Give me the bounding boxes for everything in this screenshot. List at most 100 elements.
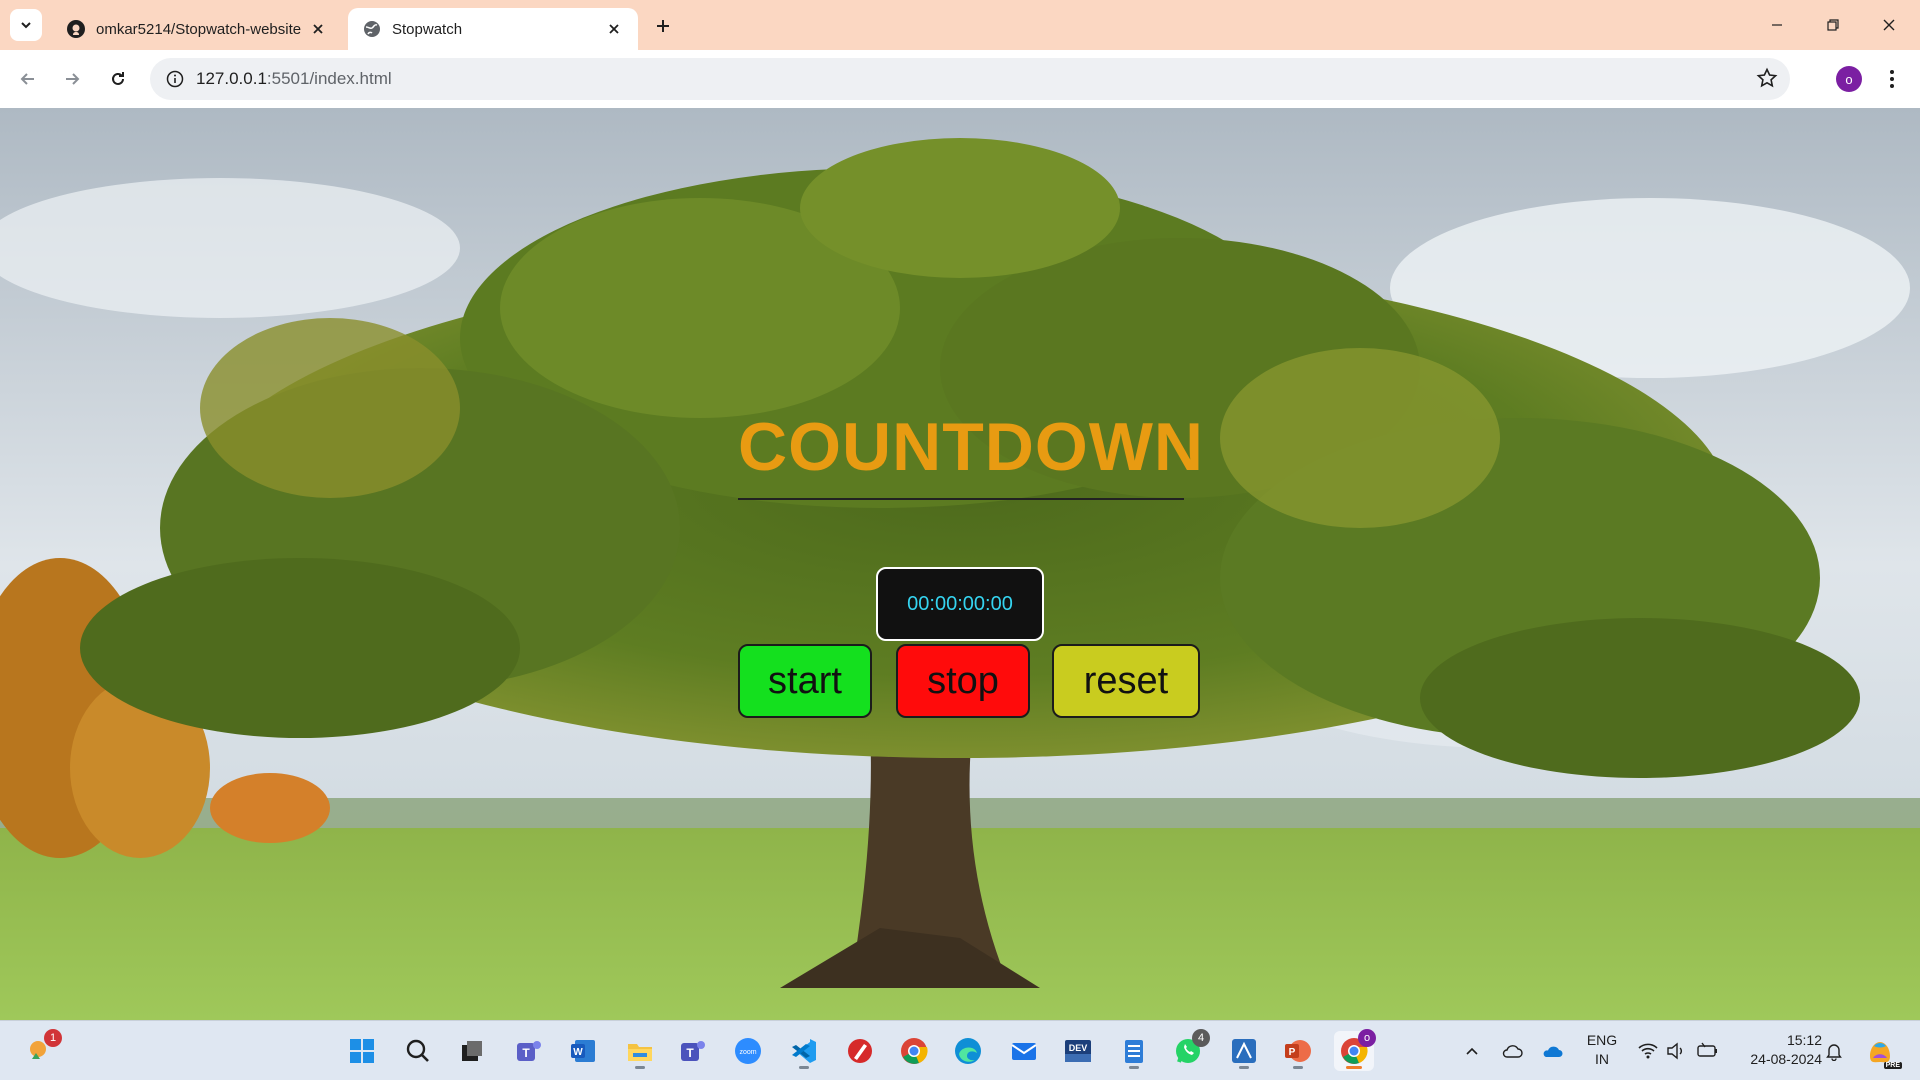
close-tab-icon[interactable] [308,19,328,39]
minimize-button[interactable] [1754,8,1800,42]
onedrive-icon [1543,1046,1563,1057]
onedrive-tray[interactable] [1540,1039,1564,1063]
wifi-tray[interactable] [1636,1039,1660,1063]
tab-bar: omkar5214/Stopwatch-website Stopwatch [0,0,1920,50]
tab-github[interactable]: omkar5214/Stopwatch-website [52,8,342,50]
vscode-taskbar-app[interactable] [784,1031,824,1071]
copilot-button[interactable]: PRE [1860,1031,1902,1071]
mail-taskbar-app[interactable] [1004,1031,1044,1071]
bell-icon [1826,1044,1842,1061]
task-view-button[interactable] [452,1031,492,1071]
url-text: 127.0.0.1:5501/index.html [196,69,392,89]
system-clock[interactable]: 15:12 24-08-2024 [1732,1031,1822,1069]
file-explorer-taskbar-app[interactable] [620,1031,660,1071]
plus-icon [657,20,669,32]
word-icon: W [571,1040,595,1062]
more-vertical-icon [1890,70,1894,88]
minimize-icon [1772,24,1782,26]
restore-button[interactable] [1810,8,1856,42]
reset-button[interactable]: reset [1052,644,1200,718]
svg-text:T: T [522,1046,530,1060]
page-viewport: COUNTDOWN 00:00:00:00 start stop reset [0,108,1920,1020]
speaker-icon [1667,1042,1682,1060]
windows-logo-icon [350,1039,374,1063]
search-taskbar-button[interactable] [398,1031,438,1071]
start-button-taskbar[interactable] [342,1031,382,1071]
back-button[interactable] [12,63,44,95]
running-indicator [1346,1066,1362,1069]
chrome-profile-taskbar-app[interactable]: o [1334,1029,1376,1071]
globe-icon [364,21,380,37]
chrome-taskbar-app[interactable] [894,1031,934,1071]
profile-avatar[interactable]: o [1836,66,1862,92]
tab-title: Stopwatch [392,20,463,38]
tab-stopwatch[interactable]: Stopwatch [348,8,638,50]
pen-app-taskbar-app[interactable] [840,1031,880,1071]
battery-tray[interactable] [1696,1039,1720,1063]
close-window-button[interactable] [1866,8,1912,42]
folder-icon [628,1044,652,1061]
tree-background-image [0,108,1920,1020]
whatsapp-taskbar-app[interactable]: 4 [1168,1029,1210,1071]
svg-text:P: P [1289,1047,1296,1058]
sticky-app-taskbar-app[interactable] [1224,1031,1264,1071]
arrow-left-icon [20,73,34,85]
reload-button[interactable] [102,63,134,95]
start-button[interactable]: start [738,644,872,718]
zoom-icon: zoom [735,1038,761,1064]
new-tab-button[interactable] [650,13,676,39]
volume-tray[interactable] [1664,1039,1688,1063]
forward-button[interactable] [56,63,88,95]
site-info-icon[interactable] [154,70,196,88]
language-code: ENG [1586,1032,1618,1048]
vscode-icon [792,1039,816,1063]
wifi-icon [1638,1043,1658,1059]
stop-button[interactable]: stop [896,644,1030,718]
running-indicator [1239,1066,1249,1069]
chrome-icon [901,1038,928,1064]
url-host: 127.0.0.1 [196,69,267,88]
page-title: COUNTDOWN [738,409,1205,485]
cloud-icon [1502,1045,1523,1058]
teams-work-taskbar-app[interactable]: T [672,1031,712,1071]
language-indicator[interactable]: ENG IN [1584,1031,1620,1069]
close-icon [1883,19,1895,31]
chevron-up-icon [1466,1047,1478,1055]
show-hidden-icons[interactable] [1460,1039,1484,1063]
zoom-taskbar-app[interactable]: zoom [728,1031,768,1071]
copilot-label: PRE [1883,1062,1902,1069]
dev-label: DEV [1068,1043,1088,1053]
teams-taskbar-app[interactable]: T [508,1031,548,1071]
mail-icon [1011,1043,1037,1060]
timer-display: 00:00:00:00 [876,567,1044,641]
teams-icon: T [681,1041,705,1061]
weather-widget[interactable]: 1 [20,1029,62,1071]
region-code: IN [1595,1051,1609,1067]
weather-badge: 1 [44,1029,62,1047]
bookmark-star-icon[interactable] [1756,67,1778,94]
teams-icon: T [517,1041,541,1061]
notepad-icon [1125,1040,1143,1063]
clock-date: 24-08-2024 [1750,1051,1822,1067]
browser-toolbar: 127.0.0.1:5501/index.html o [0,50,1920,108]
close-tab-icon[interactable] [604,19,624,39]
task-view-icon [462,1041,482,1061]
notepad-taskbar-app[interactable] [1114,1031,1154,1071]
windows-taskbar: 1 T W T zoom DEV 4 P o ENG IN 15:12 24-0… [0,1020,1920,1080]
app-blue-icon [1232,1039,1256,1063]
notifications-button[interactable] [1822,1039,1846,1063]
restore-icon [1827,19,1839,31]
tab-search-button[interactable] [10,9,42,41]
zoom-label: zoom [739,1049,756,1056]
pen-icon [848,1039,872,1063]
edge-taskbar-app[interactable] [948,1031,988,1071]
browser-menu-button[interactable] [1878,64,1906,94]
word-taskbar-app[interactable]: W [564,1031,604,1071]
svg-text:T: T [686,1046,694,1060]
dev-home-taskbar-app[interactable]: DEV [1058,1031,1098,1071]
search-icon [406,1039,429,1062]
address-bar[interactable]: 127.0.0.1:5501/index.html [150,58,1790,100]
running-indicator [1129,1066,1139,1069]
cloud-tray[interactable] [1500,1039,1524,1063]
powerpoint-taskbar-app[interactable]: P [1278,1031,1318,1071]
